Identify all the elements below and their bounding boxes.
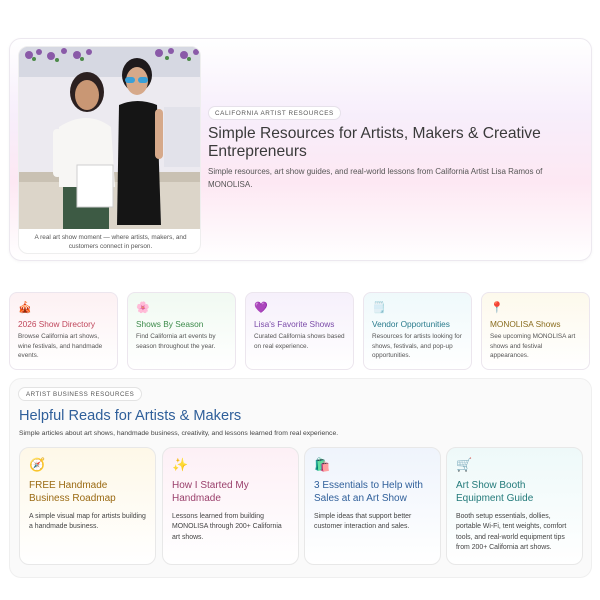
reads-subtitle: Simple articles about art shows, handmad… xyxy=(19,430,339,437)
shopping-bags-icon: 🛍️ xyxy=(314,457,331,472)
category-card[interactable]: 💜 Lisa's Favorite Shows Curated California… xyxy=(245,292,354,370)
category-description: See upcoming MONOLISA art shows and fest… xyxy=(490,333,576,359)
category-title[interactable]: Vendor Opportunities xyxy=(372,319,463,330)
heart-icon: 💜 xyxy=(254,302,268,314)
category-description: Find California art events by season thr… xyxy=(136,333,216,350)
pin-icon: 📍 xyxy=(490,302,504,314)
hero-eyebrow-badge: CALIFORNIA ARTIST RESOURCES xyxy=(208,106,341,120)
article-title[interactable]: FREE Handmade Business Roadmap xyxy=(29,479,146,505)
category-card[interactable]: 🎪 2026 Show Directory Browse California ar… xyxy=(9,292,118,370)
category-title[interactable]: MONOLISA Shows xyxy=(490,319,581,330)
article-title[interactable]: 3 Essentials to Help with Sales at an Ar… xyxy=(314,479,431,505)
category-title[interactable]: Shows By Season xyxy=(136,319,227,330)
sparkles-icon: ✨ xyxy=(172,457,189,472)
reads-eyebrow-badge: ARTIST BUSINESS RESOURCES xyxy=(18,387,143,401)
article-card[interactable]: 🧭 FREE Handmade Business Roadmap A simple … xyxy=(19,447,156,565)
hero-photo-card: A real art show moment — where artists, … xyxy=(18,46,201,254)
category-card[interactable]: 🌸 Shows By Season Find California art even… xyxy=(127,292,236,370)
category-description: Curated California shows based on real e… xyxy=(254,333,345,350)
article-description: Lessons learned from building MONOLISA t… xyxy=(172,513,282,541)
category-card[interactable]: 📍 MONOLISA Shows See upcoming MONOLISA art… xyxy=(481,292,590,370)
category-title[interactable]: Lisa's Favorite Shows xyxy=(254,319,345,330)
reads-title: Helpful Reads for Artists & Makers xyxy=(19,408,242,424)
article-description: Booth setup essentials, dollies, portabl… xyxy=(456,513,567,552)
category-description: Resources for artists looking for shows,… xyxy=(372,333,462,359)
shopping-cart-icon: 🛒 xyxy=(456,457,473,472)
article-card[interactable]: ✨ How I Started My Handmade Lessons learne… xyxy=(162,447,299,565)
article-title[interactable]: How I Started My Handmade xyxy=(172,479,289,505)
photo-caption: A real art show moment — where artists, … xyxy=(34,234,187,250)
article-title[interactable]: Art Show Booth Equipment Guide xyxy=(456,479,573,505)
article-description: Simple ideas that support better custome… xyxy=(314,513,412,531)
article-card[interactable]: 🛍️ 3 Essentials to Help with Sales at an … xyxy=(304,447,441,565)
photo-illustration xyxy=(19,47,200,229)
category-description: Browse California art shows, wine festiv… xyxy=(18,333,103,359)
circus-tent-icon: 🎪 xyxy=(18,302,32,314)
article-description: A simple visual map for artists building… xyxy=(29,513,146,531)
article-card[interactable]: 🛒 Art Show Booth Equipment Guide Booth set… xyxy=(446,447,583,565)
flower-icon: 🌸 xyxy=(136,302,150,314)
page-title: Simple Resources for Artists, Makers & C… xyxy=(208,125,541,160)
compass-icon: 🧭 xyxy=(29,457,46,472)
hero-subtitle: Simple resources, art show guides, and r… xyxy=(208,167,543,189)
art-show-photo xyxy=(19,47,200,229)
notepad-icon: 🗒️ xyxy=(372,302,386,314)
category-title[interactable]: 2026 Show Directory xyxy=(18,319,109,330)
category-card[interactable]: 🗒️ Vendor Opportunities Resources for arti… xyxy=(363,292,472,370)
